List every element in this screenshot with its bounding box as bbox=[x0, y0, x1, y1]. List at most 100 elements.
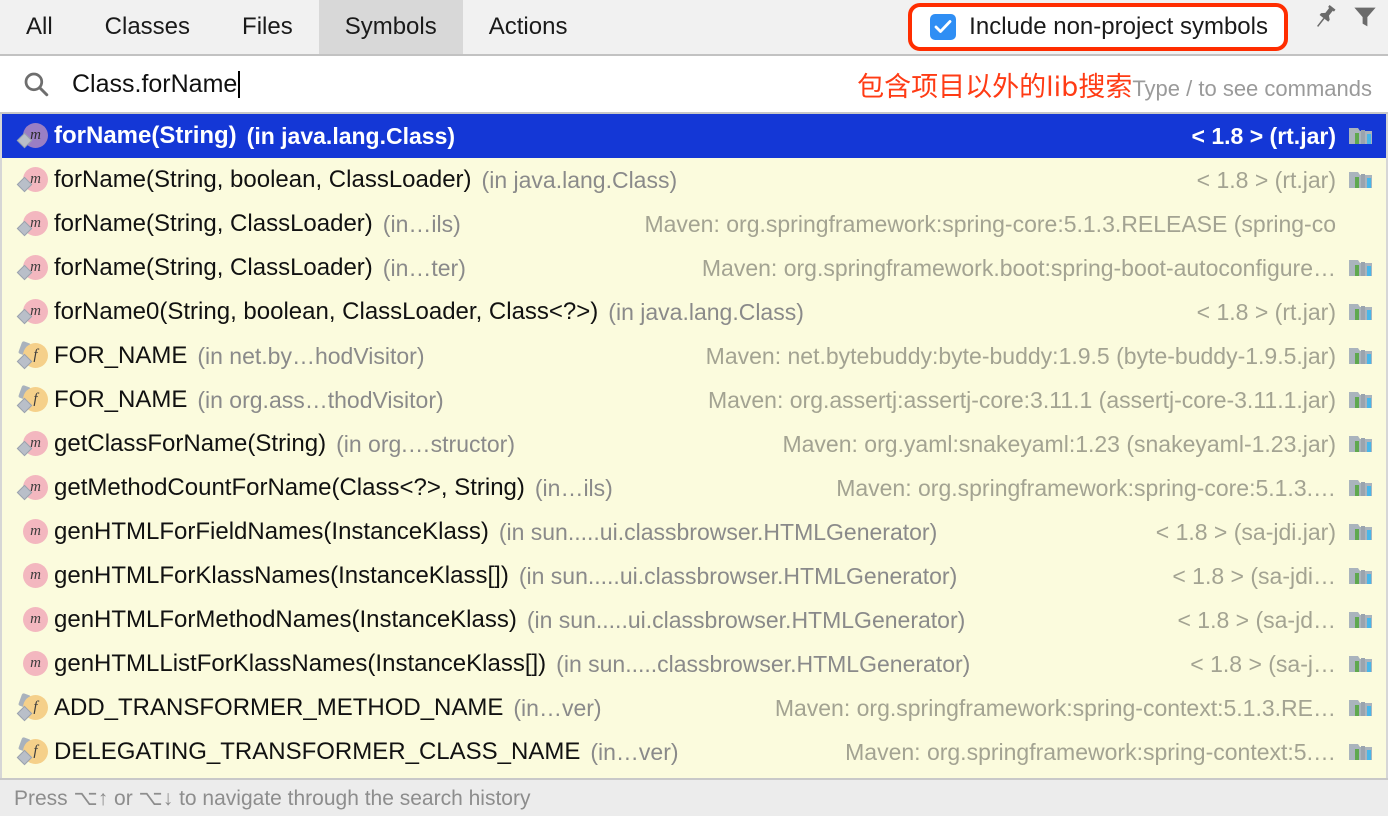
result-icon-slot: m bbox=[16, 209, 52, 239]
library-icon bbox=[1348, 476, 1374, 500]
result-location: (in net.by…hodVisitor) bbox=[197, 343, 424, 370]
result-name: DELEGATING_TRANSFORMER_CLASS_NAME bbox=[54, 738, 580, 766]
result-location: (in…ter) bbox=[383, 255, 466, 282]
result-library-icon-slot bbox=[1344, 388, 1378, 412]
result-source-library: Maven: org.springframework:spring-core:5… bbox=[487, 211, 1336, 238]
result-icon-slot: m bbox=[16, 165, 52, 195]
pin-glyph bbox=[1310, 2, 1340, 32]
result-icon-slot: m bbox=[16, 297, 52, 327]
tab-files-label: Files bbox=[242, 13, 293, 41]
tab-actions-label: Actions bbox=[489, 13, 568, 41]
result-name: forName(String, ClassLoader) bbox=[54, 210, 373, 238]
library-icon bbox=[1348, 740, 1374, 764]
method-icon: m bbox=[19, 253, 49, 283]
result-sdk-label: < 1.8 > (rt.jar) bbox=[1179, 167, 1336, 194]
result-row[interactable]: mgenHTMLForFieldNames(InstanceKlass)(in … bbox=[2, 510, 1386, 554]
result-name: genHTMLForFieldNames(InstanceKlass) bbox=[54, 518, 489, 546]
result-row[interactable]: fADD_TRANSFORMER_METHOD_NAME (in…ver) Mave… bbox=[2, 686, 1386, 730]
result-icon-slot: f bbox=[16, 385, 52, 415]
annotation-chinese-label: 包含项目以外的lib搜索 bbox=[857, 65, 1132, 104]
method-icon: m bbox=[19, 649, 49, 679]
tabbar-spacer bbox=[593, 0, 908, 54]
result-location: (in org.…structor) bbox=[336, 431, 515, 458]
result-icon-slot: m bbox=[16, 649, 52, 679]
result-location: (in java.lang.Class) bbox=[608, 299, 804, 326]
result-location: (in…ver) bbox=[513, 695, 601, 722]
method-icon: m bbox=[19, 297, 49, 327]
result-row[interactable]: mgenHTMLForMethodNames(InstanceKlass) (in… bbox=[2, 598, 1386, 642]
result-icon-slot: f bbox=[16, 341, 52, 371]
command-hint: Type / to see commands bbox=[1132, 76, 1372, 102]
magnifier-glyph bbox=[21, 69, 51, 99]
result-location: (in sun.....ui.classbrowser.HTMLGenerato… bbox=[527, 607, 965, 634]
tab-files[interactable]: Files bbox=[216, 0, 319, 54]
result-library-icon-slot bbox=[1344, 168, 1378, 192]
result-library-icon-slot bbox=[1344, 608, 1378, 632]
result-row[interactable]: mforName(String, ClassLoader)(in…ils)Mav… bbox=[2, 202, 1386, 246]
search-icon bbox=[0, 69, 72, 99]
result-location: (in sun.....ui.classbrowser.HTMLGenerato… bbox=[519, 563, 957, 590]
method-icon: m bbox=[19, 165, 49, 195]
result-sdk-label: < 1.8 > (rt.jar) bbox=[1174, 123, 1336, 150]
method-icon: m bbox=[19, 121, 49, 151]
tab-all[interactable]: All bbox=[0, 0, 79, 54]
method-disc: m bbox=[23, 563, 48, 588]
result-location: (in java.lang.Class) bbox=[482, 167, 678, 194]
tab-symbols[interactable]: Symbols bbox=[319, 0, 463, 54]
result-row[interactable]: fFOR_NAME (in org.ass…thodVisitor) Maven: … bbox=[2, 378, 1386, 422]
result-source-library: Maven: org.springframework.boot:spring-b… bbox=[492, 255, 1336, 282]
result-row[interactable]: mgenHTMLListForKlassNames(InstanceKlass[… bbox=[2, 642, 1386, 686]
result-sdk-label: < 1.8 > (rt.jar) bbox=[1179, 299, 1336, 326]
result-row[interactable]: mforName0(String, boolean, ClassLoader, … bbox=[2, 290, 1386, 334]
result-name: ADD_TRANSFORMER_METHOD_NAME bbox=[54, 694, 503, 722]
method-disc: m bbox=[23, 651, 48, 676]
checkbox-label: Include non-project symbols bbox=[969, 13, 1268, 41]
result-source-library: Maven: org.assertj:assertj-core:3.11.1 (… bbox=[470, 387, 1336, 414]
method-disc: m bbox=[23, 607, 48, 632]
result-sdk-label: < 1.8 > (sa-jdi… bbox=[1154, 563, 1336, 590]
result-row[interactable]: mgenHTMLForKlassNames(InstanceKlass[])(i… bbox=[2, 554, 1386, 598]
library-icon bbox=[1348, 388, 1374, 412]
tab-actions[interactable]: Actions bbox=[463, 0, 594, 54]
result-row[interactable]: mgetClassForName(String)(in org.…structo… bbox=[2, 422, 1386, 466]
result-row[interactable]: fDELEGATING_TRANSFORMER_CLASS_NAME(in…ve… bbox=[2, 730, 1386, 774]
result-row[interactable]: mforName(String, ClassLoader) (in…ter) Mav… bbox=[2, 246, 1386, 290]
result-icon-slot: m bbox=[16, 429, 52, 459]
result-row[interactable]: mforName(String)(in java.lang.Class)< 1.… bbox=[2, 114, 1386, 158]
tab-all-label: All bbox=[26, 13, 53, 41]
result-name: FOR_NAME bbox=[54, 386, 187, 414]
pin-icon[interactable] bbox=[1308, 0, 1342, 34]
search-results-list[interactable]: mforName(String)(in java.lang.Class)< 1.… bbox=[0, 114, 1388, 778]
checkbox-box[interactable] bbox=[930, 14, 956, 40]
search-row-right: 包含项目以外的lib搜索 Type / to see commands bbox=[857, 65, 1388, 104]
result-name: genHTMLForMethodNames(InstanceKlass) bbox=[54, 606, 517, 634]
result-row[interactable]: fFOR_NAME(in net.by…hodVisitor)Maven: ne… bbox=[2, 334, 1386, 378]
method-icon: m bbox=[19, 473, 49, 503]
result-name: forName(String, ClassLoader) bbox=[54, 254, 373, 282]
result-library-icon-slot bbox=[1344, 256, 1378, 280]
library-icon bbox=[1348, 300, 1374, 324]
result-icon-slot: f bbox=[16, 693, 52, 723]
field-icon: f bbox=[19, 737, 49, 767]
filter-icon[interactable] bbox=[1348, 0, 1382, 34]
search-input[interactable]: Class.forName bbox=[72, 70, 240, 99]
result-icon-slot: m bbox=[16, 605, 52, 635]
result-row[interactable]: mforName(String, boolean, ClassLoader)(i… bbox=[2, 158, 1386, 202]
result-icon-slot: m bbox=[16, 561, 52, 591]
result-row[interactable]: mgetMethodCountForName(Class<?>, String)… bbox=[2, 466, 1386, 510]
result-library-icon-slot bbox=[1344, 124, 1378, 148]
tab-classes-label: Classes bbox=[105, 13, 190, 41]
include-non-project-symbols-checkbox[interactable]: Include non-project symbols bbox=[908, 3, 1288, 51]
result-location: (in org.ass…thodVisitor) bbox=[197, 387, 443, 414]
result-name: genHTMLListForKlassNames(InstanceKlass[]… bbox=[54, 650, 546, 678]
search-row[interactable]: Class.forName 包含项目以外的lib搜索 Type / to see… bbox=[0, 56, 1388, 114]
tab-classes[interactable]: Classes bbox=[79, 0, 216, 54]
method-icon: m bbox=[19, 517, 49, 547]
result-source-library: Maven: org.springframework:spring-contex… bbox=[628, 695, 1336, 722]
result-icon-slot: m bbox=[16, 517, 52, 547]
library-icon bbox=[1348, 256, 1374, 280]
result-sdk-label: < 1.8 > (sa-jd… bbox=[1159, 607, 1336, 634]
method-icon: m bbox=[19, 561, 49, 591]
result-library-icon-slot bbox=[1344, 520, 1378, 544]
result-source-library: Maven: net.bytebuddy:byte-buddy:1.9.5 (b… bbox=[450, 343, 1336, 370]
